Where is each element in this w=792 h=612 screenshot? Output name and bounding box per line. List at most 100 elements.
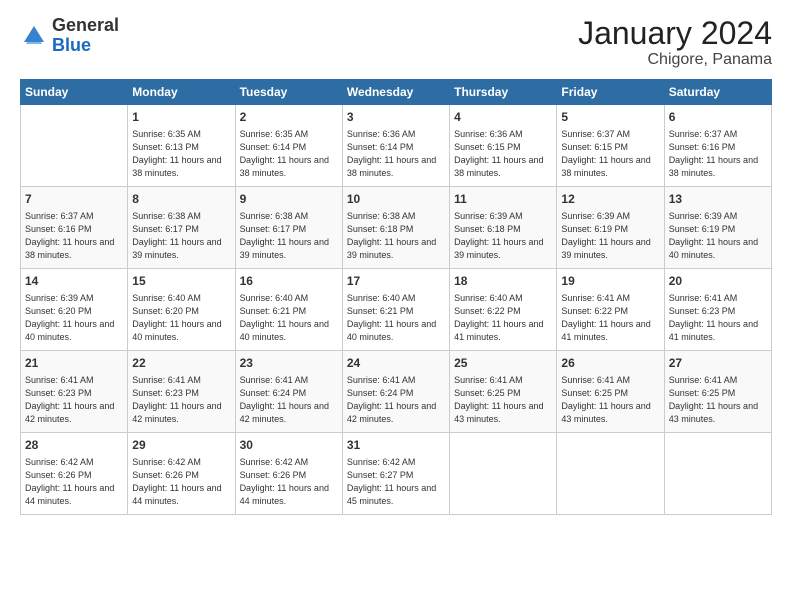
day-info: Sunrise: 6:42 AMSunset: 6:26 PMDaylight:… xyxy=(132,456,230,508)
calendar-table: Sunday Monday Tuesday Wednesday Thursday… xyxy=(20,79,772,515)
day-number: 5 xyxy=(561,109,659,126)
table-row xyxy=(21,105,128,187)
table-row: 11 Sunrise: 6:39 AMSunset: 6:18 PMDayligh… xyxy=(450,187,557,269)
day-number: 29 xyxy=(132,437,230,454)
day-info: Sunrise: 6:38 AMSunset: 6:17 PMDaylight:… xyxy=(240,210,338,262)
day-number: 8 xyxy=(132,191,230,208)
day-number: 9 xyxy=(240,191,338,208)
table-row: 13 Sunrise: 6:39 AMSunset: 6:19 PMDayligh… xyxy=(664,187,771,269)
day-number: 23 xyxy=(240,355,338,372)
table-row: 7 Sunrise: 6:37 AMSunset: 6:16 PMDaylight… xyxy=(21,187,128,269)
table-row: 6 Sunrise: 6:37 AMSunset: 6:16 PMDaylight… xyxy=(664,105,771,187)
table-row: 3 Sunrise: 6:36 AMSunset: 6:14 PMDaylight… xyxy=(342,105,449,187)
calendar-week-row: 1Sunrise: 6:35 AMSunset: 6:13 PMDaylight… xyxy=(21,105,772,187)
day-number: 11 xyxy=(454,191,552,208)
table-row: 1Sunrise: 6:35 AMSunset: 6:13 PMDaylight… xyxy=(128,105,235,187)
table-row: 4Sunrise: 6:36 AMSunset: 6:15 PMDaylight… xyxy=(450,105,557,187)
table-row xyxy=(664,433,771,515)
table-row: 10 Sunrise: 6:38 AMSunset: 6:18 PMDayligh… xyxy=(342,187,449,269)
logo-icon xyxy=(20,22,48,50)
day-number: 28 xyxy=(25,437,123,454)
day-number: 25 xyxy=(454,355,552,372)
day-info: Sunrise: 6:40 AMSunset: 6:22 PMDaylight:… xyxy=(454,292,552,344)
day-info: Sunrise: 6:41 AMSunset: 6:25 PMDaylight:… xyxy=(454,374,552,426)
day-number: 30 xyxy=(240,437,338,454)
day-info: Sunrise: 6:41 AMSunset: 6:25 PMDaylight:… xyxy=(669,374,767,426)
table-row: 20 Sunrise: 6:41 AMSunset: 6:23 PMDayligh… xyxy=(664,269,771,351)
table-row: 14Sunrise: 6:39 AMSunset: 6:20 PMDayligh… xyxy=(21,269,128,351)
table-row: 2 Sunrise: 6:35 AMSunset: 6:14 PMDaylight… xyxy=(235,105,342,187)
day-number: 6 xyxy=(669,109,767,126)
day-info: Sunrise: 6:40 AMSunset: 6:21 PMDaylight:… xyxy=(240,292,338,344)
day-number: 10 xyxy=(347,191,445,208)
day-info: Sunrise: 6:41 AMSunset: 6:22 PMDaylight:… xyxy=(561,292,659,344)
day-number: 2 xyxy=(240,109,338,126)
day-info: Sunrise: 6:39 AMSunset: 6:18 PMDaylight:… xyxy=(454,210,552,262)
col-sunday: Sunday xyxy=(21,80,128,105)
day-info: Sunrise: 6:40 AMSunset: 6:20 PMDaylight:… xyxy=(132,292,230,344)
calendar-week-row: 28 Sunrise: 6:42 AMSunset: 6:26 PMDayligh… xyxy=(21,433,772,515)
day-info: Sunrise: 6:35 AMSunset: 6:13 PMDaylight:… xyxy=(132,128,230,180)
table-row: 18 Sunrise: 6:40 AMSunset: 6:22 PMDayligh… xyxy=(450,269,557,351)
table-row: 27 Sunrise: 6:41 AMSunset: 6:25 PMDayligh… xyxy=(664,351,771,433)
day-info: Sunrise: 6:41 AMSunset: 6:23 PMDaylight:… xyxy=(25,374,123,426)
table-row: 9 Sunrise: 6:38 AMSunset: 6:17 PMDaylight… xyxy=(235,187,342,269)
table-row: 29 Sunrise: 6:42 AMSunset: 6:26 PMDayligh… xyxy=(128,433,235,515)
day-info: Sunrise: 6:41 AMSunset: 6:23 PMDaylight:… xyxy=(669,292,767,344)
col-friday: Friday xyxy=(557,80,664,105)
col-wednesday: Wednesday xyxy=(342,80,449,105)
col-saturday: Saturday xyxy=(664,80,771,105)
day-info: Sunrise: 6:38 AMSunset: 6:18 PMDaylight:… xyxy=(347,210,445,262)
day-info: Sunrise: 6:41 AMSunset: 6:25 PMDaylight:… xyxy=(561,374,659,426)
table-row: 16 Sunrise: 6:40 AMSunset: 6:21 PMDayligh… xyxy=(235,269,342,351)
day-number: 22 xyxy=(132,355,230,372)
table-row: 19Sunrise: 6:41 AMSunset: 6:22 PMDayligh… xyxy=(557,269,664,351)
day-number: 7 xyxy=(25,191,123,208)
table-row: 17Sunrise: 6:40 AMSunset: 6:21 PMDayligh… xyxy=(342,269,449,351)
table-row: 23 Sunrise: 6:41 AMSunset: 6:24 PMDayligh… xyxy=(235,351,342,433)
day-info: Sunrise: 6:41 AMSunset: 6:24 PMDaylight:… xyxy=(347,374,445,426)
day-info: Sunrise: 6:42 AMSunset: 6:26 PMDaylight:… xyxy=(25,456,123,508)
day-info: Sunrise: 6:42 AMSunset: 6:26 PMDaylight:… xyxy=(240,456,338,508)
table-row: 8Sunrise: 6:38 AMSunset: 6:17 PMDaylight… xyxy=(128,187,235,269)
day-number: 16 xyxy=(240,273,338,290)
day-info: Sunrise: 6:41 AMSunset: 6:23 PMDaylight:… xyxy=(132,374,230,426)
header: General Blue January 2024 Chigore, Panam… xyxy=(20,16,772,69)
calendar-page: General Blue January 2024 Chigore, Panam… xyxy=(0,0,792,612)
calendar-subtitle: Chigore, Panama xyxy=(578,51,772,69)
calendar-week-row: 7 Sunrise: 6:37 AMSunset: 6:16 PMDaylight… xyxy=(21,187,772,269)
day-number: 21 xyxy=(25,355,123,372)
day-number: 27 xyxy=(669,355,767,372)
col-monday: Monday xyxy=(128,80,235,105)
col-tuesday: Tuesday xyxy=(235,80,342,105)
day-number: 17 xyxy=(347,273,445,290)
logo-blue-text: Blue xyxy=(52,35,91,55)
title-block: January 2024 Chigore, Panama xyxy=(578,16,772,69)
calendar-week-row: 14Sunrise: 6:39 AMSunset: 6:20 PMDayligh… xyxy=(21,269,772,351)
day-number: 13 xyxy=(669,191,767,208)
day-number: 24 xyxy=(347,355,445,372)
day-number: 18 xyxy=(454,273,552,290)
table-row xyxy=(557,433,664,515)
table-row xyxy=(450,433,557,515)
table-row: 22 Sunrise: 6:41 AMSunset: 6:23 PMDayligh… xyxy=(128,351,235,433)
day-info: Sunrise: 6:35 AMSunset: 6:14 PMDaylight:… xyxy=(240,128,338,180)
table-row: 15Sunrise: 6:40 AMSunset: 6:20 PMDayligh… xyxy=(128,269,235,351)
table-row: 30 Sunrise: 6:42 AMSunset: 6:26 PMDayligh… xyxy=(235,433,342,515)
day-number: 3 xyxy=(347,109,445,126)
day-info: Sunrise: 6:39 AMSunset: 6:19 PMDaylight:… xyxy=(669,210,767,262)
day-info: Sunrise: 6:39 AMSunset: 6:20 PMDaylight:… xyxy=(25,292,123,344)
day-number: 20 xyxy=(669,273,767,290)
day-info: Sunrise: 6:36 AMSunset: 6:14 PMDaylight:… xyxy=(347,128,445,180)
day-info: Sunrise: 6:36 AMSunset: 6:15 PMDaylight:… xyxy=(454,128,552,180)
table-row: 5Sunrise: 6:37 AMSunset: 6:15 PMDaylight… xyxy=(557,105,664,187)
day-info: Sunrise: 6:42 AMSunset: 6:27 PMDaylight:… xyxy=(347,456,445,508)
day-info: Sunrise: 6:41 AMSunset: 6:24 PMDaylight:… xyxy=(240,374,338,426)
day-info: Sunrise: 6:37 AMSunset: 6:16 PMDaylight:… xyxy=(669,128,767,180)
table-row: 31Sunrise: 6:42 AMSunset: 6:27 PMDayligh… xyxy=(342,433,449,515)
col-thursday: Thursday xyxy=(450,80,557,105)
calendar-header-row: Sunday Monday Tuesday Wednesday Thursday… xyxy=(21,80,772,105)
table-row: 25 Sunrise: 6:41 AMSunset: 6:25 PMDayligh… xyxy=(450,351,557,433)
logo-general-text: General xyxy=(52,15,119,35)
day-info: Sunrise: 6:37 AMSunset: 6:16 PMDaylight:… xyxy=(25,210,123,262)
